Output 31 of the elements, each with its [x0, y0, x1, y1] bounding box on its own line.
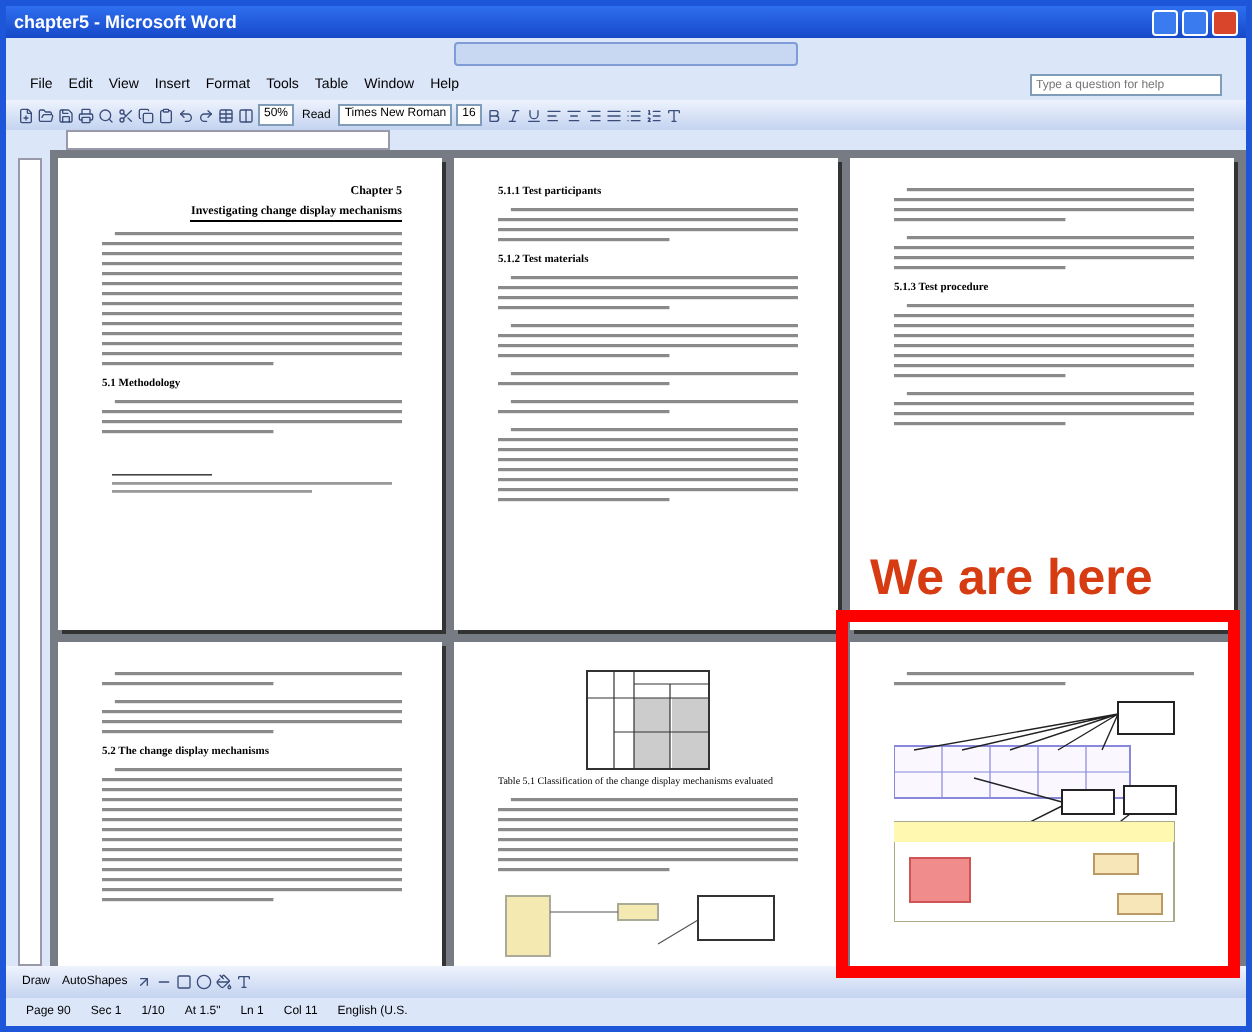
toolbar-icon[interactable] [58, 107, 74, 123]
format-icon[interactable] [565, 107, 582, 123]
window-title: chapter5 - Microsoft Word [14, 12, 237, 32]
format-icon[interactable] [505, 107, 522, 123]
format-icon[interactable] [645, 107, 662, 123]
minimize-button[interactable] [1152, 9, 1178, 35]
maximize-button[interactable] [1182, 9, 1208, 35]
toolbar-icon[interactable] [38, 107, 54, 123]
table-drawing [586, 670, 710, 770]
format-icon[interactable] [605, 107, 622, 123]
toolbar-icon[interactable] [18, 107, 34, 123]
format-icon[interactable] [625, 107, 642, 123]
format-icon[interactable] [485, 107, 502, 123]
toolbar-icon[interactable] [78, 107, 94, 123]
format-icon[interactable] [665, 107, 682, 123]
format-icon[interactable] [585, 107, 602, 123]
toolbar-icon[interactable] [218, 107, 234, 123]
toolbar-icon[interactable] [98, 107, 114, 123]
callout-text: We are here [870, 550, 1153, 606]
toolbar-icon[interactable] [118, 107, 134, 123]
format-icon[interactable] [525, 107, 542, 123]
drawing-icon[interactable] [235, 974, 252, 990]
format-icon[interactable] [545, 107, 562, 123]
drawing-icon[interactable] [215, 974, 232, 990]
toolbar-icon[interactable] [198, 107, 214, 123]
close-button[interactable] [1212, 9, 1238, 35]
toolbar-icon[interactable] [178, 107, 194, 123]
drawing-icon[interactable] [135, 974, 152, 990]
toolbar-icon[interactable] [158, 107, 174, 123]
toolbar-icon[interactable] [138, 107, 154, 123]
toolbar-icon[interactable] [238, 107, 254, 123]
